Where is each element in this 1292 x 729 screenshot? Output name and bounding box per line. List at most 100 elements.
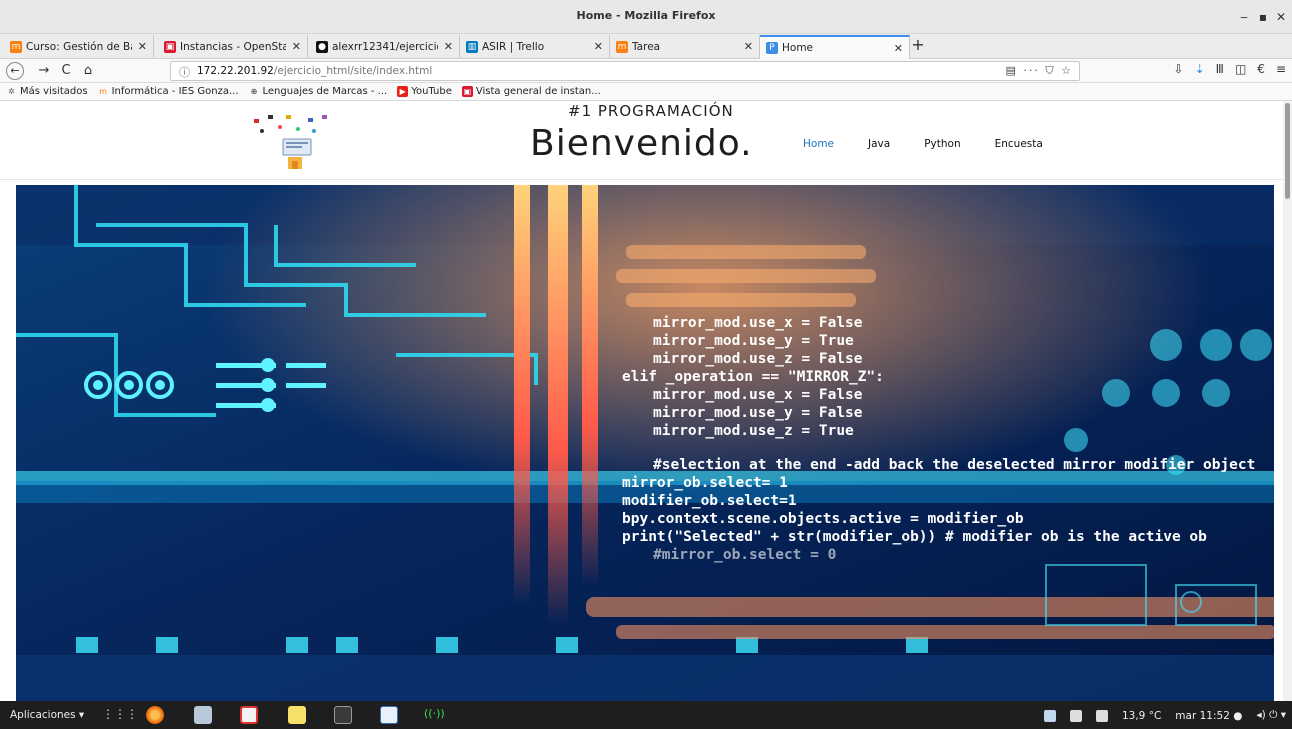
trello-icon: ▥ xyxy=(466,40,478,53)
tab-home[interactable]: P Home ✕ xyxy=(760,35,910,59)
terminal-icon[interactable] xyxy=(334,706,352,724)
hero-code-line: mirror_mod.use_z = True xyxy=(653,423,854,439)
info-icon[interactable]: ⓘ xyxy=(179,64,190,80)
close-icon[interactable]: ✕ xyxy=(444,40,453,53)
maximize-button[interactable]: ▪ xyxy=(1255,10,1271,24)
close-window-button[interactable]: ✕ xyxy=(1273,10,1289,24)
system-taskbar: Aplicaciones ▾ ⋮⋮⋮ ((·)) 13,9 °C mar 11:… xyxy=(0,701,1292,729)
hero-code-line: elif _operation == "MIRROR_Z": xyxy=(622,369,884,385)
bookmark-informatica[interactable]: m Informática - IES Gonza... xyxy=(98,86,239,97)
user-icon[interactable] xyxy=(1043,709,1056,722)
openstack-icon: ▣ xyxy=(461,86,473,97)
tab-github[interactable]: ● alexrr12341/ejercicio_htm ✕ xyxy=(310,35,460,58)
gear-icon: ✲ xyxy=(8,87,15,96)
sidebar-icon[interactable]: ◫ xyxy=(1235,62,1246,76)
document-icon[interactable] xyxy=(380,706,398,724)
site-subtitle: #1 PROGRAMACIÓN xyxy=(568,102,734,120)
library-icon[interactable]: Ⅲ xyxy=(1216,62,1224,76)
hero-code-line: #mirror_ob.select = 0 xyxy=(653,547,836,563)
bookmark-label: Más visitados xyxy=(20,86,88,97)
page-actions[interactable]: ▤ ··· ⛉ ☆ xyxy=(1006,64,1073,78)
moodle-icon: m xyxy=(99,87,107,96)
extension-icon[interactable]: € xyxy=(1257,62,1265,76)
page-scrollbar[interactable] xyxy=(1283,101,1292,701)
bookmark-youtube[interactable]: ▶ YouTube xyxy=(397,86,452,97)
back-button[interactable]: ← xyxy=(6,62,24,80)
hero-code-line: mirror_mod.use_y = True xyxy=(653,333,854,349)
bookmark-lenguajes[interactable]: ⊕ Lenguajes de Marcas - ... xyxy=(249,86,388,97)
close-icon[interactable]: ✕ xyxy=(594,40,603,53)
files-icon[interactable] xyxy=(1095,709,1108,722)
forward-button[interactable]: → xyxy=(34,62,54,80)
hero-code-line: bpy.context.scene.objects.active = modif… xyxy=(622,511,1024,527)
close-icon[interactable]: ✕ xyxy=(894,42,903,55)
close-icon[interactable]: ✕ xyxy=(292,40,301,53)
scrollbar-thumb[interactable] xyxy=(1285,103,1290,199)
tab-openstack[interactable]: ▣ Instancias - OpenStack D ✕ xyxy=(158,35,308,58)
hero-code-line: mirror_mod.use_x = False xyxy=(653,387,863,403)
github-icon: ● xyxy=(316,40,328,53)
tab-label: alexrr12341/ejercicio_htm xyxy=(332,40,438,53)
close-icon[interactable]: ✕ xyxy=(744,40,753,53)
downloads-icon[interactable]: ⇩ xyxy=(1174,62,1184,76)
tab-tarea[interactable]: m Tarea ✕ xyxy=(610,35,760,58)
network-icon[interactable]: ((·)) xyxy=(424,707,445,720)
bookmark-mas-visitados[interactable]: ✲ Más visitados xyxy=(6,86,88,97)
menu-item-python[interactable]: Python xyxy=(924,138,960,150)
hero-code-line: modifier_ob.select=1 xyxy=(622,493,797,509)
navigation-bar: ← → C ⌂ ⓘ 172.22.201.92/ejercicio_html/s… xyxy=(0,59,1292,83)
hero-code-line: mirror_mod.use_z = False xyxy=(653,351,863,367)
applications-menu[interactable]: Aplicaciones ▾ xyxy=(10,709,84,721)
firefox-icon[interactable] xyxy=(146,706,164,724)
hero-code-illustration: mirror_mod.use_x = False mirror_mod.use_… xyxy=(16,185,1274,701)
globe-icon: ⊕ xyxy=(250,87,258,96)
screenshot-icon[interactable] xyxy=(240,706,258,724)
weather-temperature[interactable]: 13,9 °C xyxy=(1122,710,1161,722)
toolbar-icons: ⇩ ⇣ Ⅲ ◫ € ≡ xyxy=(1174,62,1286,76)
youtube-icon: ▶ xyxy=(397,86,409,97)
new-tab-button[interactable]: + xyxy=(908,35,928,54)
menu-item-encuesta[interactable]: Encuesta xyxy=(995,138,1043,150)
bookmarks-bar: ✲ Más visitados m Informática - IES Gonz… xyxy=(0,83,1292,101)
home-button[interactable]: ⌂ xyxy=(78,62,98,80)
bookmark-label: Informática - IES Gonza... xyxy=(111,86,239,97)
tab-curso[interactable]: m Curso: Gestión de Bases ✕ xyxy=(4,35,154,58)
window-title: Home - Mozilla Firefox xyxy=(576,9,716,22)
app-grid-icon[interactable]: ⋮⋮⋮ xyxy=(102,707,138,721)
hero-code-line: #selection at the end -add back the dese… xyxy=(653,457,1255,473)
tab-label: Curso: Gestión de Bases xyxy=(26,40,132,53)
tab-trello[interactable]: ▥ ASIR | Trello ✕ xyxy=(460,35,610,58)
bookmark-label: YouTube xyxy=(411,86,452,97)
display-icon[interactable] xyxy=(1069,709,1082,722)
url-host: 172.22.201.92 xyxy=(197,65,274,77)
menu-item-java[interactable]: Java xyxy=(868,138,890,150)
menu-icon[interactable]: ≡ xyxy=(1276,62,1286,76)
page-viewport: #1 PROGRAMACIÓN Bienvenido. Home Java Py… xyxy=(0,101,1292,701)
bookmark-vista-general[interactable]: ▣ Vista general de instan... xyxy=(461,86,601,97)
tab-label: Tarea xyxy=(632,40,661,53)
close-icon[interactable]: ✕ xyxy=(138,40,147,53)
site-header: #1 PROGRAMACIÓN Bienvenido. Home Java Py… xyxy=(0,101,1283,180)
hero-code-line: mirror_mod.use_y = False xyxy=(653,405,863,421)
power-menu-icon[interactable]: ◂) ⏻ ▾ xyxy=(1256,709,1286,722)
minimize-button[interactable]: ‒ xyxy=(1236,10,1252,24)
site-menu: Home Java Python Encuesta xyxy=(803,138,1043,150)
virtualbox-icon[interactable] xyxy=(194,706,212,724)
reload-button[interactable]: C xyxy=(56,62,76,80)
site-logo[interactable] xyxy=(250,111,340,173)
bookmark-label: Lenguajes de Marcas - ... xyxy=(262,86,388,97)
window-titlebar: Home - Mozilla Firefox ‒ ▪ ✕ xyxy=(0,0,1292,34)
system-tray: 13,9 °C mar 11:52 ● ◂) ⏻ ▾ xyxy=(1043,709,1286,722)
hero-code-line: mirror_mod.use_x = False xyxy=(653,315,863,331)
download-arrow-icon[interactable]: ⇣ xyxy=(1195,62,1205,76)
clock[interactable]: mar 11:52 ● xyxy=(1175,710,1242,722)
url-text[interactable]: 172.22.201.92/ejercicio_html/site/index.… xyxy=(197,65,432,77)
openstack-icon: ▣ xyxy=(164,40,176,53)
url-path: /ejercicio_html/site/index.html xyxy=(273,65,433,77)
tab-label: Home xyxy=(782,42,814,54)
hero-image: mirror_mod.use_x = False mirror_mod.use_… xyxy=(16,185,1274,701)
menu-item-home[interactable]: Home xyxy=(803,138,834,150)
url-bar[interactable]: ⓘ 172.22.201.92/ejercicio_html/site/inde… xyxy=(170,61,1080,81)
bookmark-label: Vista general de instan... xyxy=(475,86,601,97)
text-editor-icon[interactable] xyxy=(288,706,306,724)
